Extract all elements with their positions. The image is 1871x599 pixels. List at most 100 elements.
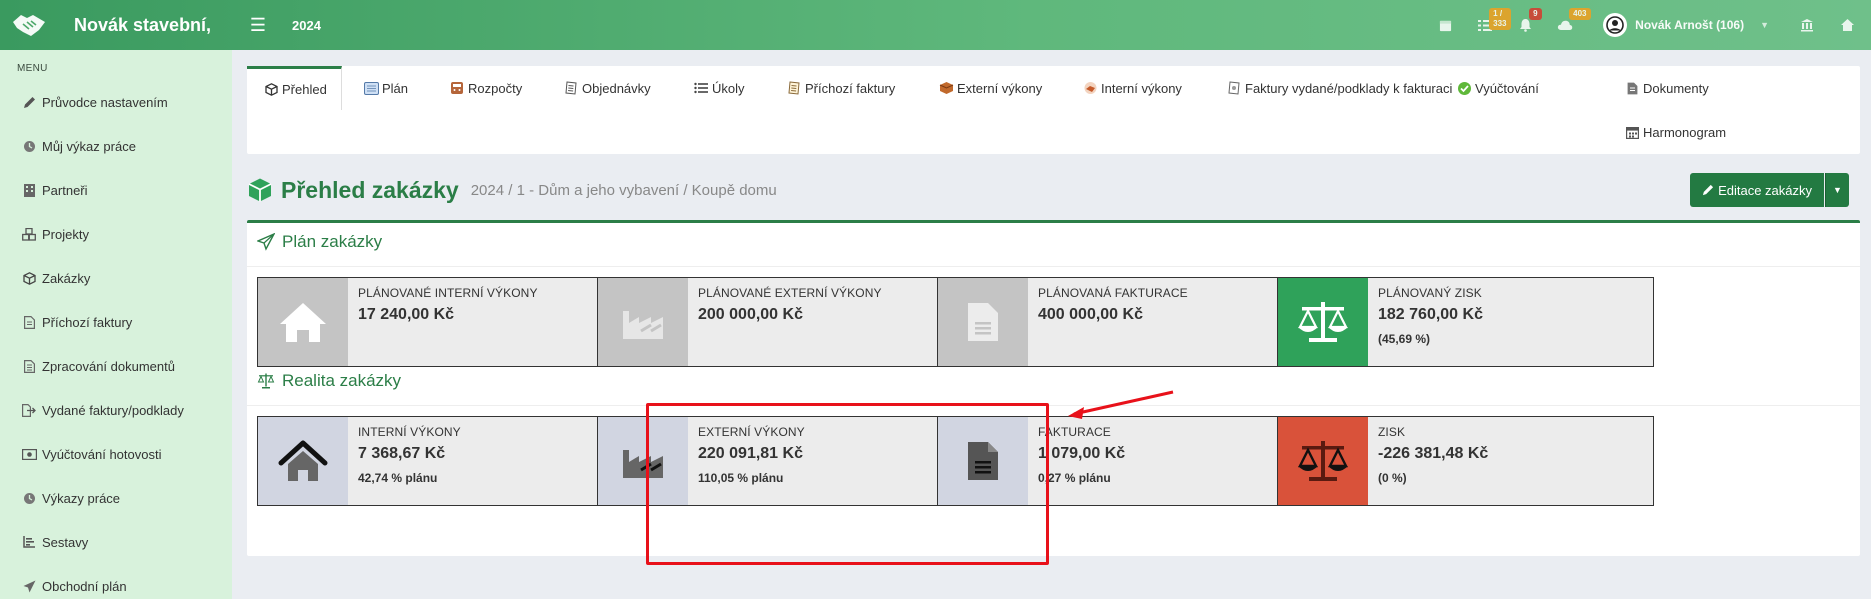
reality-section-title: Realita zakázky	[257, 371, 401, 391]
tab-vyuctovani[interactable]: Vyúčtování	[1456, 66, 1539, 110]
tab-externi-vykony[interactable]: Externí výkony	[938, 66, 1042, 110]
box-note: 42,74 % plánu	[358, 471, 438, 485]
tab-label: Příchozí faktury	[805, 80, 896, 96]
bell-icon[interactable]: 9	[1505, 0, 1545, 50]
box-icon	[938, 80, 954, 96]
overview-card: Plán zakázky Plánované interní výkony 17…	[247, 220, 1860, 556]
tab-label: Plán	[382, 80, 409, 96]
sidebar-item-muj-vykaz[interactable]: Můj výkaz práce	[0, 124, 232, 168]
pencil-icon	[21, 94, 37, 110]
sidebar-item-label: Vydané faktury/podklady	[42, 402, 184, 418]
box-value: 17 240,00 Kč	[358, 306, 455, 323]
sidebar-item-vykazy-prace[interactable]: Výkazy práce	[0, 476, 232, 520]
bank-icon[interactable]	[1787, 0, 1827, 50]
tab-label: Faktury vydané/podklady k fakturaci	[1245, 80, 1453, 96]
sidebar-item-zpracovani-dokumentu[interactable]: Zpracování dokumentů	[0, 344, 232, 388]
tab-plan[interactable]: Plán	[363, 66, 408, 110]
tab-interni-vykony[interactable]: Interní výkony	[1082, 66, 1182, 110]
tab-label: Objednávky	[582, 80, 651, 96]
reality-internal-box: Interní výkony 7 368,67 Kč 42,74 % plánu	[257, 416, 634, 506]
menu-toggle-icon[interactable]: ☰	[246, 15, 270, 36]
sidebar-item-sestavy[interactable]: Sestavy	[0, 520, 232, 564]
clock-icon	[21, 490, 37, 506]
sidebar-item-label: Obchodní plán	[42, 578, 127, 594]
calendar-icon	[1624, 124, 1640, 140]
tab-label: Přehled	[282, 82, 327, 97]
building-icon	[21, 182, 37, 198]
sidebar-item-label: Výkazy práce	[42, 490, 121, 506]
year-selector[interactable]: 2024	[292, 18, 321, 33]
sidebar-item-pruvodce[interactable]: Průvodce nastavením	[0, 80, 232, 124]
page-title: Přehled zakázky	[281, 176, 459, 203]
calendar-icon[interactable]	[1425, 0, 1465, 50]
tab-prichozi-faktury[interactable]: Příchozí faktury	[786, 66, 895, 110]
tab-harmonogram[interactable]: Harmonogram	[1624, 110, 1726, 154]
clock-icon	[21, 138, 37, 154]
box-label: Plánovaný zisk	[1378, 286, 1482, 300]
sidebar-item-prichozi-faktury[interactable]: Příchozí faktury	[0, 300, 232, 344]
home-icon[interactable]	[1827, 0, 1867, 50]
sidebar-item-zakazky[interactable]: Zakázky	[0, 256, 232, 300]
paper-plane-icon	[257, 233, 275, 251]
edit-order-label: Editace zakázky	[1718, 182, 1812, 198]
industry-icon	[598, 278, 688, 366]
sidebar-item-vydane-faktury[interactable]: Vydané faktury/podklady	[0, 388, 232, 432]
tabs-bar: Přehled Plán Rozpočty Objednávky Úkoly P…	[247, 66, 1860, 154]
box-label: Plánované interní výkony	[358, 286, 538, 300]
page-subtitle: 2024 / 1 - Dům a jeho vybavení / Koupě d…	[470, 181, 777, 199]
cloud-icon[interactable]: 403	[1545, 0, 1591, 50]
tab-ukoly[interactable]: Úkoly	[693, 66, 745, 110]
sidebar-item-vyuctovani-hotovosti[interactable]: Vyúčtování hotovosti	[0, 432, 232, 476]
balance-scale-icon	[1278, 417, 1368, 505]
sidebar-item-obchodni-plan[interactable]: Obchodní plán	[0, 564, 232, 599]
sidebar: MENU Průvodce nastavením Můj výkaz práce…	[0, 50, 232, 599]
tab-faktury-vydane[interactable]: Faktury vydané/podklady k fakturaci	[1226, 66, 1452, 110]
box-label: Fakturace	[1038, 425, 1111, 439]
sidebar-item-label: Zpracování dokumentů	[42, 358, 175, 374]
invoice-icon	[786, 80, 802, 96]
cube-icon	[248, 178, 272, 202]
tab-dokumenty[interactable]: Dokumenty	[1624, 66, 1709, 110]
box-value: -226 381,48 Kč	[1378, 445, 1489, 462]
sidebar-item-label: Zakázky	[42, 270, 91, 286]
tab-prehled[interactable]: Přehled	[247, 66, 342, 110]
tab-label: Úkoly	[712, 80, 745, 96]
page-header: Přehled zakázky 2024 / 1 - Dům a jeho vy…	[247, 170, 1860, 210]
tasks-icon[interactable]: 1 / 333	[1465, 0, 1511, 50]
tab-rozpocty[interactable]: Rozpočty	[449, 66, 522, 110]
sidebar-item-label: Projekty	[42, 226, 89, 242]
annotation-arrow	[1068, 390, 1174, 419]
report-icon	[21, 534, 37, 550]
home-icon	[258, 417, 348, 505]
order-list-icon	[563, 80, 579, 96]
list-icon	[693, 80, 709, 96]
box-label: Interní výkony	[358, 425, 461, 439]
calculator-icon	[449, 80, 465, 96]
sidebar-item-partneri[interactable]: Partneři	[0, 168, 232, 212]
box-note: (0 %)	[1378, 471, 1407, 485]
tab-label: Vyúčtování	[1475, 80, 1539, 96]
brand[interactable]: Novák stavební,	[0, 0, 232, 50]
divider	[247, 405, 1860, 406]
sidebar-item-projekty[interactable]: Projekty	[0, 212, 232, 256]
cube-icon	[21, 270, 37, 286]
edit-order-button[interactable]: Editace zakázky	[1690, 173, 1824, 207]
sidebar-item-label: Příchozí faktury	[42, 314, 133, 330]
notifications-badge: 9	[1529, 8, 1542, 20]
tab-label: Externí výkony	[957, 80, 1043, 96]
hand-icon	[1082, 80, 1098, 96]
sidebar-item-label: Můj výkaz práce	[42, 138, 136, 154]
paper-plane-icon	[21, 578, 37, 594]
top-bar: Novák stavební, ☰ 2024 1 / 333 9 403 Nov…	[0, 0, 1871, 50]
tab-objednavky[interactable]: Objednávky	[563, 66, 651, 110]
user-name: Novák Arnošt (106)	[1635, 18, 1745, 32]
cubes-icon	[21, 226, 37, 242]
balance-scale-icon	[257, 373, 275, 389]
edit-dropdown-toggle[interactable]: ▼	[1825, 173, 1849, 207]
handshake-logo-icon	[8, 4, 50, 46]
box-note: 0,27 % plánu	[1038, 471, 1111, 485]
sidebar-item-label: Vyúčtování hotovosti	[42, 446, 162, 462]
user-menu[interactable]: Novák Arnošt (106) ▼	[1603, 13, 1769, 37]
calendar-plan-icon	[363, 80, 379, 96]
file-text-icon	[938, 278, 1028, 366]
